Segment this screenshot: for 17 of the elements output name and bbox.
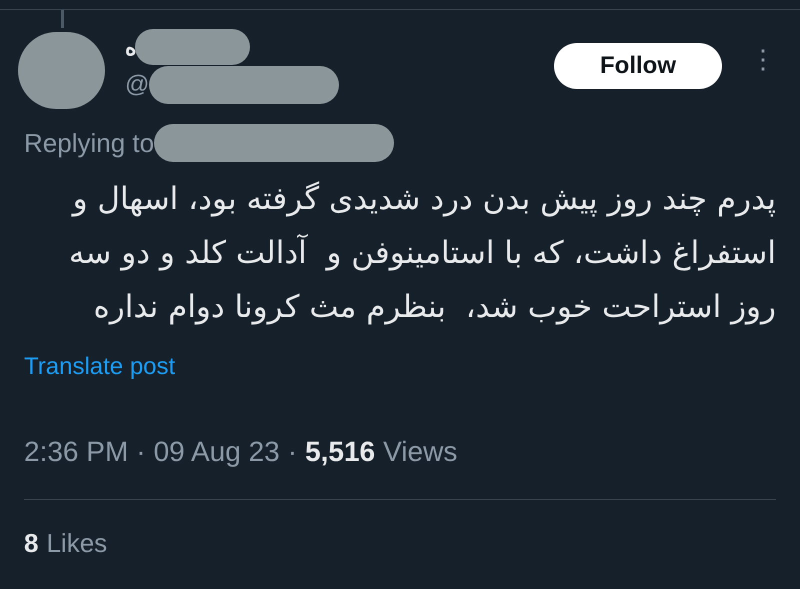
likes-label[interactable]: Likes xyxy=(46,524,108,563)
likes-count: 8 xyxy=(24,527,38,560)
tweet-text-line: روز استراحت خوب شد، بنظرم مث کرونا دوام نداره xyxy=(94,288,776,327)
follow-button[interactable]: Follow xyxy=(554,43,722,89)
separator-dot: · xyxy=(288,435,298,469)
translate-link[interactable]: Translate post xyxy=(24,353,176,380)
tweet-text-line: استفراغ داشت، که با استامینوفن و آدالت کلد و دو سه xyxy=(68,233,776,273)
tweet-text-line: پدرم چند روز پیش بدن درد شدیدی گرفته بود، اسهال و xyxy=(72,180,776,219)
author-handle: @ xyxy=(125,70,150,100)
more-icon[interactable]: ⋮ xyxy=(750,46,776,72)
views-count: 5,516 xyxy=(305,435,376,469)
separator-dot: · xyxy=(136,435,146,469)
replying-to-label: Replying to xyxy=(24,126,154,160)
views-label: Views xyxy=(383,435,458,469)
post-time: 2:36 PM xyxy=(24,435,128,469)
author-name: ه xyxy=(125,34,137,62)
post-date: 09 Aug 23 xyxy=(154,435,280,469)
